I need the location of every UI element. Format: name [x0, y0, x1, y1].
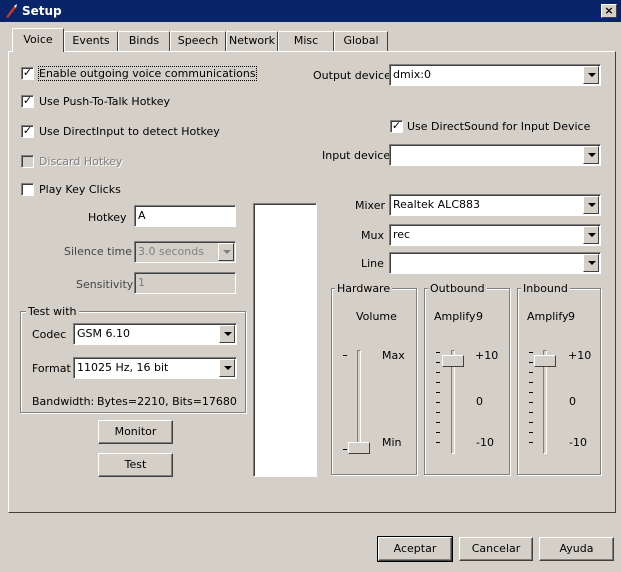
tab-network[interactable]: Network: [226, 31, 278, 51]
bandwidth-label: Bandwidth:: [32, 395, 95, 408]
inbound-ticks: [529, 352, 533, 452]
inbound-title: Inbound: [521, 282, 570, 295]
outbound-amplify-value: 9: [476, 310, 483, 323]
line-label: Line: [361, 257, 384, 270]
format-label: Format: [32, 362, 71, 375]
inbound-mid-label: 0: [569, 395, 576, 408]
enable-outgoing-label: Enable outgoing voice communications: [38, 66, 257, 81]
outbound-title: Outbound: [428, 282, 487, 295]
inbound-thumb[interactable]: [534, 354, 556, 367]
chevron-down-icon[interactable]: [583, 226, 599, 244]
tab-events[interactable]: Events: [64, 31, 118, 51]
codec-select[interactable]: GSM 6.10: [73, 323, 237, 345]
outbound-thumb[interactable]: [442, 354, 464, 367]
test-with-title: Test with: [26, 305, 79, 318]
silence-time-label: Silence time: [64, 245, 132, 258]
tab-binds[interactable]: Binds: [118, 31, 170, 51]
chevron-down-icon[interactable]: [218, 243, 234, 261]
outbound-mid-label: 0: [476, 395, 483, 408]
silence-time-select[interactable]: 3.0 seconds: [134, 241, 236, 263]
cancel-button[interactable]: Cancelar: [459, 537, 533, 561]
chevron-down-icon[interactable]: [583, 254, 599, 272]
inbound-bottom-label: -10: [569, 436, 587, 449]
input-device-label: Input device: [322, 149, 391, 162]
monitor-button[interactable]: Monitor: [98, 420, 173, 444]
format-value: 11025 Hz, 16 bit: [77, 361, 169, 374]
hardware-volume-caption: Volume: [356, 310, 397, 323]
discard-hotkey-checkbox[interactable]: [21, 155, 34, 168]
close-button[interactable]: ×: [601, 4, 617, 18]
use-directsound-label: Use DirectSound for Input Device: [407, 120, 591, 133]
outbound-top-label: +10: [475, 349, 499, 362]
inbound-top-label: +10: [568, 349, 592, 362]
mux-select[interactable]: rec: [389, 224, 601, 246]
chevron-down-icon[interactable]: [583, 196, 599, 214]
test-button[interactable]: Test: [98, 453, 173, 477]
tick-mark: [343, 355, 347, 356]
codec-value: GSM 6.10: [77, 327, 130, 340]
play-key-clicks-label: Play Key Clicks: [39, 183, 121, 196]
push-to-talk-label: Use Push-To-Talk Hotkey: [39, 95, 170, 108]
silence-time-value: 3.0 seconds: [138, 245, 204, 258]
mux-label: Mux: [361, 229, 384, 242]
window-title: Setup: [22, 4, 62, 18]
hardware-max-label: Max: [382, 349, 405, 362]
close-icon: ×: [604, 4, 614, 17]
inbound-amplify-value: 9: [568, 310, 575, 323]
tab-speech[interactable]: Speech: [170, 31, 226, 51]
chevron-down-icon[interactable]: [219, 325, 235, 343]
hardware-volume-track[interactable]: [357, 350, 361, 454]
input-device-select[interactable]: [389, 144, 601, 166]
hotkey-input[interactable]: A: [134, 205, 236, 227]
output-device-select[interactable]: dmix:0: [389, 64, 601, 86]
hotkey-label: Hotkey: [88, 211, 127, 224]
format-select[interactable]: 11025 Hz, 16 bit: [73, 357, 237, 379]
tab-global[interactable]: Global: [334, 31, 388, 51]
hardware-min-label: Min: [382, 436, 402, 449]
play-key-clicks-checkbox[interactable]: [21, 183, 34, 196]
outbound-amplify-caption: Amplify: [434, 310, 476, 323]
line-select[interactable]: [389, 252, 601, 274]
chevron-down-icon[interactable]: [583, 66, 599, 84]
chevron-down-icon[interactable]: [583, 146, 599, 164]
mux-value: rec: [393, 228, 411, 241]
codec-label: Codec: [32, 328, 67, 341]
output-device-value: dmix:0: [393, 68, 431, 81]
sensitivity-input[interactable]: 1: [134, 272, 236, 294]
accept-button[interactable]: Aceptar: [377, 536, 453, 562]
outbound-ticks: [436, 352, 440, 452]
use-directsound-checkbox[interactable]: ✓: [390, 120, 403, 133]
bandwidth-value: Bytes=2210, Bits=17680: [97, 395, 237, 408]
output-device-label: Output device: [313, 69, 391, 82]
mixer-value: Realtek ALC883: [393, 198, 480, 211]
level-meter: [253, 203, 317, 477]
quill-icon: [6, 4, 17, 18]
push-to-talk-checkbox[interactable]: ✓: [21, 95, 34, 108]
tab-misc[interactable]: Misc: [278, 31, 334, 51]
direct-input-checkbox[interactable]: ✓: [21, 125, 34, 138]
direct-input-label: Use DirectInput to detect Hotkey: [39, 125, 220, 138]
help-button[interactable]: Ayuda: [539, 537, 614, 561]
outbound-bottom-label: -10: [476, 436, 494, 449]
title-bar[interactable]: Setup ×: [0, 0, 621, 22]
discard-hotkey-label: Discard Hotkey: [39, 155, 123, 168]
tab-voice[interactable]: Voice: [12, 28, 64, 52]
sensitivity-label: Sensitivity: [76, 278, 134, 291]
inbound-amplify-caption: Amplify: [527, 310, 569, 323]
enable-outgoing-checkbox[interactable]: ✓: [21, 67, 34, 80]
mixer-label: Mixer: [355, 199, 386, 212]
hardware-volume-thumb[interactable]: [348, 442, 370, 454]
chevron-down-icon[interactable]: [219, 359, 235, 377]
tick-mark: [343, 449, 347, 450]
mixer-select[interactable]: Realtek ALC883: [389, 194, 601, 216]
hardware-title: Hardware: [335, 282, 393, 295]
